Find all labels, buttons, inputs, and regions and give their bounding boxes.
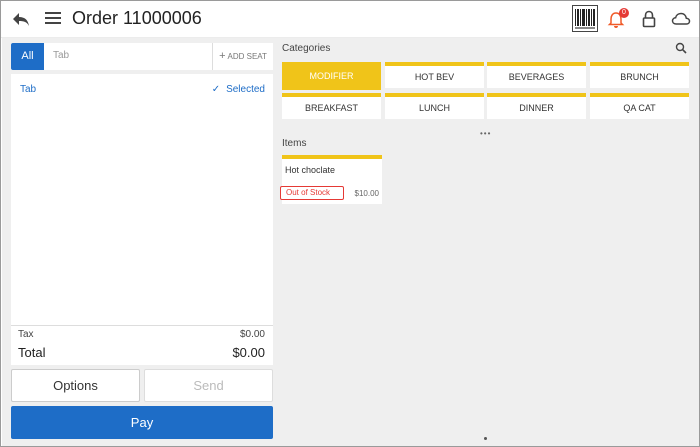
out-of-stock-badge: Out of Stock [280,186,344,200]
tax-label: Tax [18,329,34,340]
category-dinner[interactable]: DINNER [487,93,586,119]
cloud-icon[interactable] [671,11,691,27]
total-value: $0.00 [232,345,265,360]
hamburger-menu-icon[interactable] [45,11,61,25]
barcode-icon[interactable] [572,5,598,32]
selected-label: Selected [226,84,265,95]
send-button[interactable]: Send [144,369,273,402]
app-frame: Order 11000006 0 All Tab + ADD SEAT Tab … [0,0,700,447]
category-brunch[interactable]: BRUNCH [590,62,689,88]
items-heading: Items [282,138,307,149]
add-seat-label: ADD SEAT [227,52,267,61]
tab-seat-field[interactable]: Tab [53,50,69,61]
back-arrow-icon[interactable] [11,9,31,29]
header-bar: Order 11000006 0 [1,1,699,38]
item-name: Hot choclate [285,165,336,175]
categories-heading: Categories [282,43,331,54]
search-icon[interactable] [675,42,687,54]
plus-icon: + [219,50,226,62]
totals-section: Tax $0.00 Total $0.00 [11,325,273,365]
order-panel: All Tab + ADD SEAT Tab ✓ Selected Tax $0.0… [2,38,277,446]
menu-panel: Categories MODIFIER HOT BEV BEVERAGES BR… [277,38,699,446]
category-qa-cat[interactable]: QA CAT [590,93,689,119]
checkmark-icon: ✓ [211,84,221,95]
add-seat-button[interactable]: + ADD SEAT [212,43,273,70]
page-title: Order 11000006 [72,8,202,28]
category-hot-bev[interactable]: HOT BEV [385,62,484,88]
order-list: Tab ✓ Selected [11,74,273,325]
category-breakfast[interactable]: BREAKFAST [282,93,381,119]
pay-button[interactable]: Pay [11,406,273,439]
options-button[interactable]: Options [11,369,140,402]
category-beverages[interactable]: BEVERAGES [487,62,586,88]
total-label: Total [18,345,46,360]
item-price: $10.00 [354,189,379,198]
seat-selector: All Tab + ADD SEAT [11,43,273,70]
lock-icon[interactable] [642,10,656,28]
selected-indicator[interactable]: ✓ Selected [212,84,265,95]
page-indicator-dots: ••• [480,129,492,138]
notification-badge: 0 [619,8,629,18]
category-modifier[interactable]: MODIFIER [282,62,381,90]
item-card[interactable]: Hot choclate Out of Stock $10.00 [280,155,382,204]
tax-value: $0.00 [239,329,265,340]
category-lunch[interactable]: LUNCH [385,93,484,119]
tab-row-label[interactable]: Tab [20,84,36,95]
all-seats-button[interactable]: All [11,43,44,70]
bottom-page-dot [484,437,487,440]
